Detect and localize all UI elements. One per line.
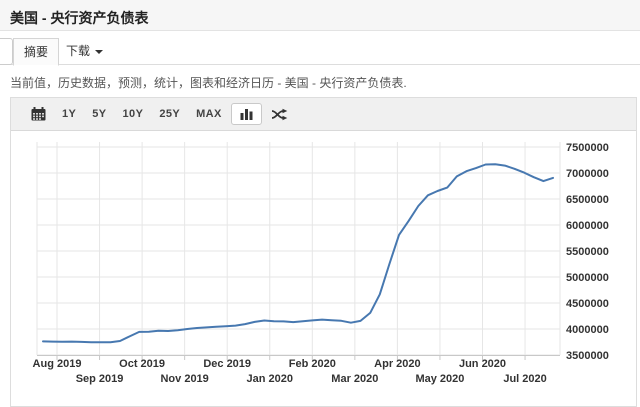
compare-button[interactable]	[264, 104, 295, 125]
y-tick-label: 4000000	[566, 324, 609, 336]
range-button-max[interactable]: MAX	[189, 105, 229, 124]
partial-tab-fragment[interactable]	[0, 38, 13, 65]
y-tick-label: 5000000	[566, 272, 609, 284]
x-tick-label: Mar 2020	[331, 373, 378, 385]
line-chart[interactable]: Aug 2019 Sep 2019 Oct 2019 Nov 2019 Dec 2019…	[11, 131, 636, 404]
x-tick-label: Jun 2020	[459, 358, 506, 370]
page-title: 美国 - 央行资产负债表	[10, 10, 149, 26]
tab-bar: 摘要 下载	[0, 31, 640, 66]
x-tick-label: Nov 2019	[160, 373, 208, 385]
y-tick-label: 4500000	[566, 298, 609, 310]
y-tick-label: 7500000	[566, 142, 609, 154]
chart-card: 1Y 5Y 10Y 25Y MAX Aug 2019 Sep 2019 Oct 20…	[10, 97, 637, 407]
tab-summary[interactable]: 摘要	[13, 38, 60, 66]
description-text: 当前值，历史数据，预测，统计，图表和经济日历 - 美国 - 央行资产负债表.	[10, 76, 407, 90]
x-tick-label: Apr 2020	[374, 358, 420, 370]
y-tick-label: 7000000	[566, 168, 609, 180]
x-tick-label: Aug 2019	[33, 358, 82, 370]
chevron-down-icon	[95, 49, 104, 54]
tab-download[interactable]: 下载	[56, 38, 113, 65]
y-tick-label: 6500000	[566, 194, 609, 206]
x-tick-label: Sep 2019	[76, 373, 124, 385]
tab-download-label: 下载	[66, 44, 91, 58]
x-tick-label: Jan 2020	[247, 373, 293, 385]
x-tick-label: May 2020	[415, 373, 464, 385]
chart-plot-area[interactable]: Aug 2019 Sep 2019 Oct 2019 Nov 2019 Dec 2019…	[11, 131, 636, 404]
title-band: 美国 - 央行资产负债表	[0, 0, 640, 31]
x-tick-label: Oct 2019	[119, 358, 165, 370]
x-tick-label: Feb 2020	[289, 358, 336, 370]
chart-type-button[interactable]	[230, 103, 262, 125]
range-button-1y[interactable]: 1Y	[55, 105, 83, 124]
y-tick-label: 6000000	[566, 220, 609, 232]
x-tick-label: Jul 2020	[503, 373, 546, 385]
shuffle-icon	[271, 108, 288, 120]
series-line[interactable]	[42, 163, 554, 344]
y-tick-label: 3500000	[566, 350, 609, 362]
range-button-5y[interactable]: 5Y	[85, 105, 113, 124]
calendar-icon	[31, 107, 46, 121]
description-row: 当前值，历史数据，预测，统计，图表和经济日历 - 美国 - 央行资产负债表.	[0, 65, 640, 97]
bar-chart-icon	[240, 109, 253, 120]
calendar-button[interactable]	[24, 103, 53, 125]
range-button-25y[interactable]: 25Y	[152, 105, 187, 124]
chart-toolbar: 1Y 5Y 10Y 25Y MAX	[11, 98, 636, 131]
tab-summary-label: 摘要	[24, 45, 49, 59]
range-button-10y[interactable]: 10Y	[116, 105, 151, 124]
page: { "header": { "title": "美国 - 央行资产负债表" },…	[0, 0, 640, 407]
y-tick-label: 5500000	[566, 246, 609, 258]
x-tick-label: Dec 2019	[203, 358, 251, 370]
